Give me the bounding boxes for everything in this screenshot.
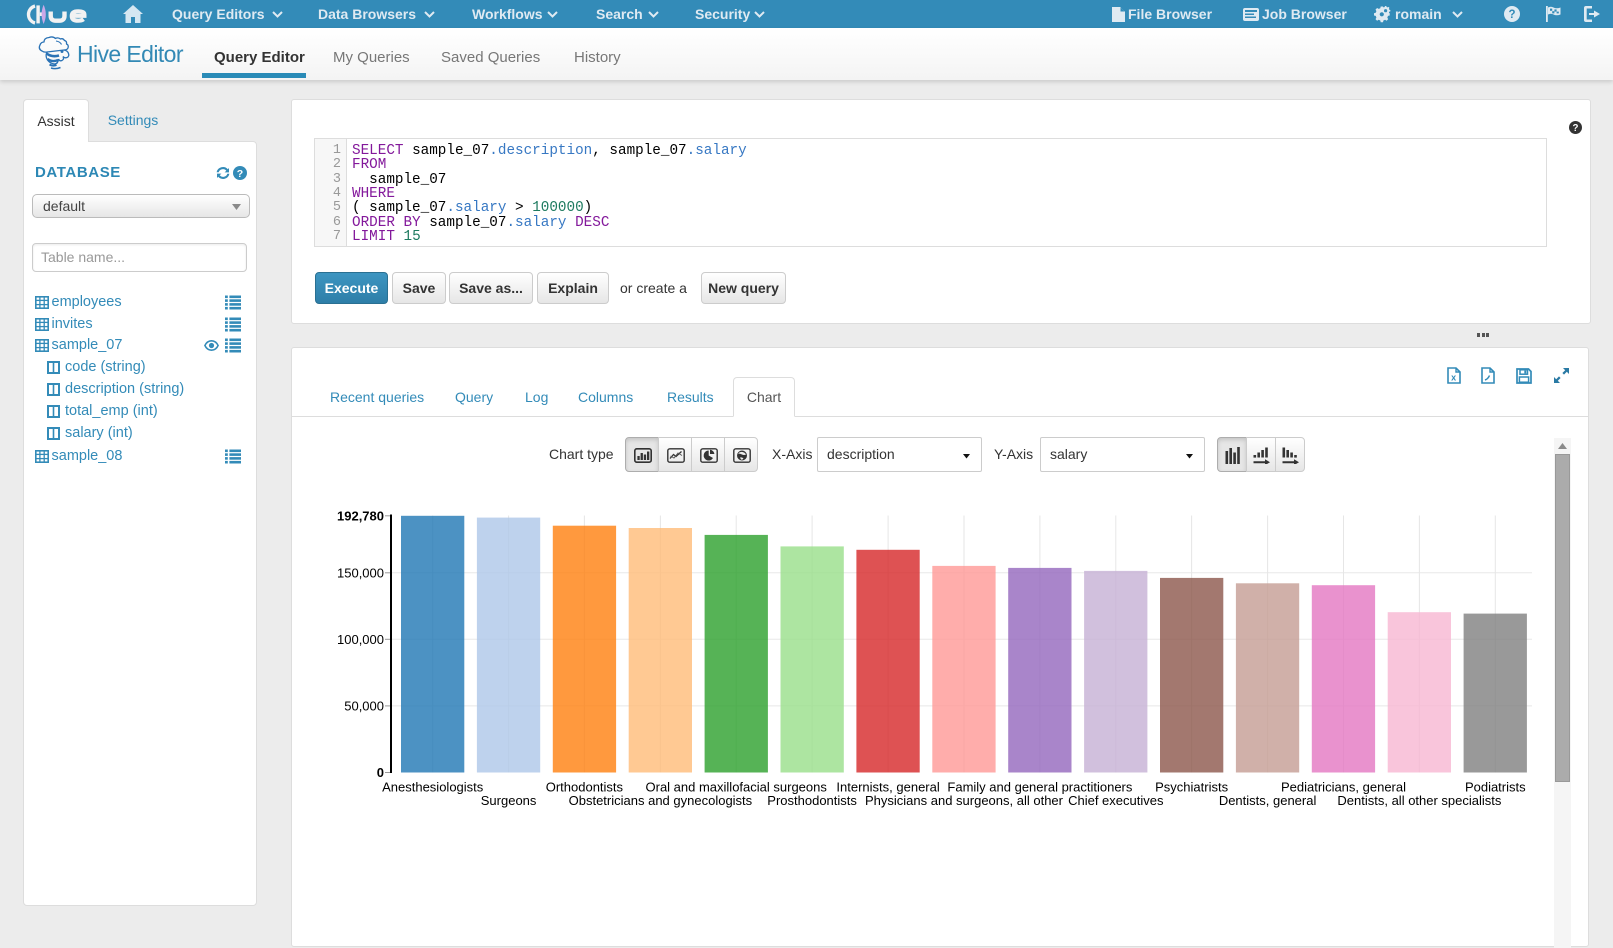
svg-text:Surgeons: Surgeons	[481, 793, 537, 808]
svg-text:150,000: 150,000	[337, 565, 384, 580]
svg-text:Psychiatrists: Psychiatrists	[1155, 780, 1228, 795]
svg-text:x: x	[1451, 373, 1456, 383]
svg-text:100,000: 100,000	[337, 632, 384, 647]
svg-text:Obstetricians and gynecologist: Obstetricians and gynecologists	[569, 793, 753, 808]
svg-text:50,000: 50,000	[344, 698, 384, 713]
svg-text:?: ?	[1573, 123, 1579, 134]
svg-text:192,780: 192,780	[337, 508, 384, 523]
svg-text:Dentists, general: Dentists, general	[1219, 793, 1317, 808]
svg-text:Physicians and surgeons, all o: Physicians and surgeons, all other	[865, 793, 1064, 808]
svg-text:?: ?	[237, 168, 243, 180]
svg-text:0: 0	[377, 765, 384, 780]
svg-text:?: ?	[1508, 9, 1515, 21]
svg-text:Anesthesiologists: Anesthesiologists	[382, 780, 484, 795]
svg-text:Prosthodontists: Prosthodontists	[767, 793, 857, 808]
svg-text:Dentists, all other specialist: Dentists, all other specialists	[1337, 793, 1502, 808]
svg-text:Chief executives: Chief executives	[1068, 793, 1164, 808]
